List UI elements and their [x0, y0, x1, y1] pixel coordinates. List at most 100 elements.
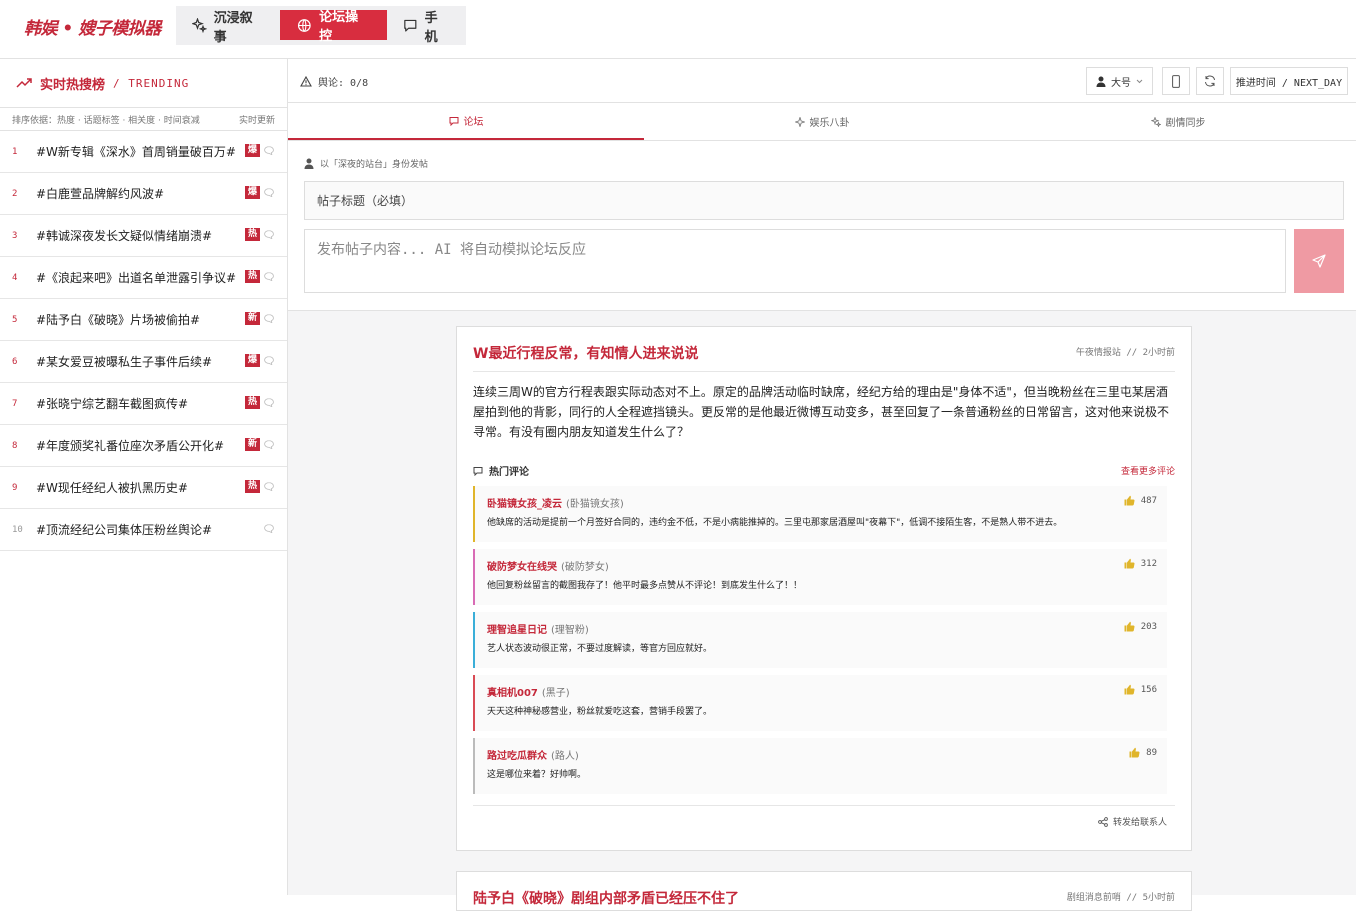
trending-badge: 爆 — [244, 144, 260, 157]
commenter-name-text: 卧猫镜女孩_凌云 — [487, 499, 562, 510]
comment-icon[interactable] — [264, 482, 274, 491]
like-button[interactable]: 487 — [1124, 495, 1157, 506]
comment-icon[interactable] — [264, 356, 274, 365]
mode-switcher: 沉浸叙事 论坛操控 手机 — [176, 6, 466, 45]
comment-icon[interactable] — [264, 272, 274, 281]
public-opinion-count: 舆论: 0/8 — [318, 78, 369, 89]
trending-rank: 6 — [12, 356, 18, 367]
trending-item[interactable]: 4 #《浪起来吧》出道名单泄露引争议# 热 — [0, 257, 287, 299]
trending-badge: 热 — [244, 270, 260, 283]
trending-rank: 10 — [12, 524, 23, 535]
trending-item[interactable]: 2 #白鹿萱品牌解约风波# 爆 — [0, 173, 287, 215]
share-to-contact-button[interactable]: 转发给联系人 — [1098, 815, 1167, 828]
comment-icon[interactable] — [264, 146, 274, 155]
comment-card: 真相机007 (黑子) 天天这种神秘感营业，粉丝就爱吃这套，营销手段罢了。 156 — [473, 675, 1167, 731]
mode-immersive-narrative[interactable]: 沉浸叙事 — [176, 6, 280, 45]
tab-plot-sync[interactable]: 剧情同步 — [1000, 103, 1356, 140]
comment-icon[interactable] — [264, 524, 274, 533]
trending-item[interactable]: 6 #某女爱豆被曝私生子事件后续# 爆 — [0, 341, 287, 383]
hot-comments-header: 热门评论 — [473, 463, 529, 478]
trending-item[interactable]: 1 #W新专辑《深水》首周销量破百万# 爆 — [0, 131, 287, 173]
comment-icon[interactable] — [264, 230, 274, 239]
trending-list: 1 #W新专辑《深水》首周销量破百万# 爆 2 #白鹿萱品牌解约风波# 爆 3 #韩诚深夜发长… — [0, 131, 287, 551]
commenter-name[interactable]: 卧猫镜女孩_凌云 (卧猫镜女孩) — [487, 495, 624, 510]
comment-text: 他回复粉丝留言的截图我存了！他平时最多点赞从不评论！到底发生什么了！！ — [487, 581, 803, 591]
trending-item[interactable]: 7 #张晓宁综艺翻车截图疯传# 热 — [0, 383, 287, 425]
commenter-name[interactable]: 破防梦女在线哭 (破防梦女) — [487, 558, 609, 573]
trending-badge: 热 — [244, 228, 260, 241]
trending-sidebar: 实时热搜榜 / TRENDING 排序依据：热度 · 话题标签 · 相关度 · … — [0, 59, 288, 895]
trending-badge: 爆 — [244, 354, 260, 367]
mode-phone[interactable]: 手机 — [387, 6, 466, 45]
post-title[interactable]: 陆予白《破晓》剧组内部矛盾已经压不住了 — [473, 888, 739, 908]
thumbs-up-icon — [1124, 558, 1135, 569]
trending-badge: 热 — [244, 396, 260, 409]
public-opinion-status: 舆论: 0/8 — [300, 74, 368, 89]
like-button[interactable]: 312 — [1124, 558, 1157, 569]
comment-text: 天天这种神秘感营业，粉丝就爱吃这套，营销手段罢了。 — [487, 707, 713, 717]
phone-icon — [1172, 74, 1180, 88]
trending-item[interactable]: 9 #W现任经纪人被扒黑历史# 热 — [0, 467, 287, 509]
account-select[interactable]: 大号 — [1086, 67, 1153, 95]
post-body: 连续三周W的官方行程表跟实际动态对不上。原定的品牌活动临时缺席，经纪方给的理由是… — [473, 385, 1170, 439]
main-panel: 舆论: 0/8 大号 推进时间 / NEXT_DAY 论坛 娱乐八卦 剧情同步 — [288, 59, 1356, 911]
user-icon — [1096, 76, 1106, 87]
trending-subtitle: / TRENDING — [113, 76, 190, 90]
post-body-input[interactable]: 发布帖子内容... AI 将自动模拟论坛反应 — [304, 229, 1286, 293]
trending-header: 实时热搜榜 / TRENDING — [0, 59, 287, 108]
view-more-comments-link[interactable]: 查看更多评论 — [1121, 464, 1175, 477]
chevron-down-icon — [1136, 79, 1143, 83]
phone-button[interactable] — [1162, 67, 1190, 95]
trending-item[interactable]: 10 #顶流经纪公司集体压粉丝舆论# — [0, 509, 287, 551]
chat-icon — [404, 19, 417, 32]
commenter-tag: (理智粉) — [551, 625, 589, 636]
like-button[interactable]: 89 — [1129, 747, 1157, 758]
thumbs-up-icon — [1124, 495, 1135, 506]
trending-badge: 新 — [244, 438, 260, 451]
trending-title: #韩诚深夜发长文疑似情绪崩溃# — [36, 229, 213, 243]
commenter-name[interactable]: 真相机007 (黑子) — [487, 684, 570, 699]
posting-as-label: 以「深夜的站台」身份发帖 — [320, 160, 429, 170]
trending-title: #张晓宁综艺翻车截图疯传# — [36, 397, 189, 411]
send-button[interactable] — [1294, 229, 1344, 293]
comment-icon[interactable] — [264, 398, 274, 407]
comment-icon[interactable] — [264, 188, 274, 197]
divider — [473, 371, 1175, 372]
comment-card: 路过吃瓜群众 (路人) 这是哪位来着？好帅啊。 89 — [473, 738, 1167, 794]
commenter-name[interactable]: 路过吃瓜群众 (路人) — [487, 747, 579, 762]
trending-badge: 热 — [244, 480, 260, 493]
like-count: 312 — [1140, 558, 1157, 569]
advance-time-button[interactable]: 推进时间 / NEXT_DAY — [1230, 67, 1348, 95]
share-icon — [1098, 816, 1108, 827]
trending-rank: 5 — [12, 314, 18, 325]
post-composer: 以「深夜的站台」身份发帖 帖子标题（必填） 发布帖子内容... AI 将自动模拟… — [288, 141, 1356, 311]
comment-icon[interactable] — [264, 314, 274, 323]
commenter-tag: (黑子) — [541, 688, 570, 699]
like-button[interactable]: 203 — [1124, 621, 1157, 632]
sparkles-icon — [1150, 116, 1161, 127]
trending-badge: 爆 — [244, 186, 260, 199]
globe-icon — [298, 18, 312, 32]
post-title[interactable]: W最近行程反常，有知情人进来说说 — [473, 343, 698, 363]
commenter-name-text: 路过吃瓜群众 — [487, 751, 547, 762]
trending-title: #《浪起来吧》出道名单泄露引争议# — [36, 271, 237, 285]
forum-tabs: 论坛 娱乐八卦 剧情同步 — [288, 103, 1356, 141]
commenter-tag: (破防梦女) — [561, 562, 609, 573]
trending-item[interactable]: 5 #陆予白《破晓》片场被偷拍# 新 — [0, 299, 287, 341]
trending-item[interactable]: 8 #年度颁奖礼番位座次矛盾公开化# 新 — [0, 425, 287, 467]
mode-forum-control[interactable]: 论坛操控 — [280, 10, 387, 44]
thumbs-up-icon — [1124, 621, 1135, 632]
post-title-input[interactable]: 帖子标题（必填） — [304, 181, 1344, 220]
comment-icon[interactable] — [264, 440, 274, 449]
tab-forum[interactable]: 论坛 — [288, 103, 644, 140]
commenter-name[interactable]: 理智追星日记 (理智粉) — [487, 621, 589, 636]
like-button[interactable]: 156 — [1124, 684, 1157, 695]
sort-info: 排序依据：热度 · 话题标签 · 相关度 · 时间衰减 实时更新 — [0, 108, 287, 131]
send-icon — [1312, 254, 1326, 268]
hot-comments-label: 热门评论 — [489, 467, 529, 478]
toolbar: 舆论: 0/8 大号 推进时间 / NEXT_DAY — [288, 59, 1356, 103]
trending-item[interactable]: 3 #韩诚深夜发长文疑似情绪崩溃# 热 — [0, 215, 287, 257]
commenter-tag: (路人) — [551, 751, 579, 762]
tab-entertainment-gossip[interactable]: 娱乐八卦 — [644, 103, 1000, 140]
refresh-button[interactable] — [1196, 67, 1224, 95]
